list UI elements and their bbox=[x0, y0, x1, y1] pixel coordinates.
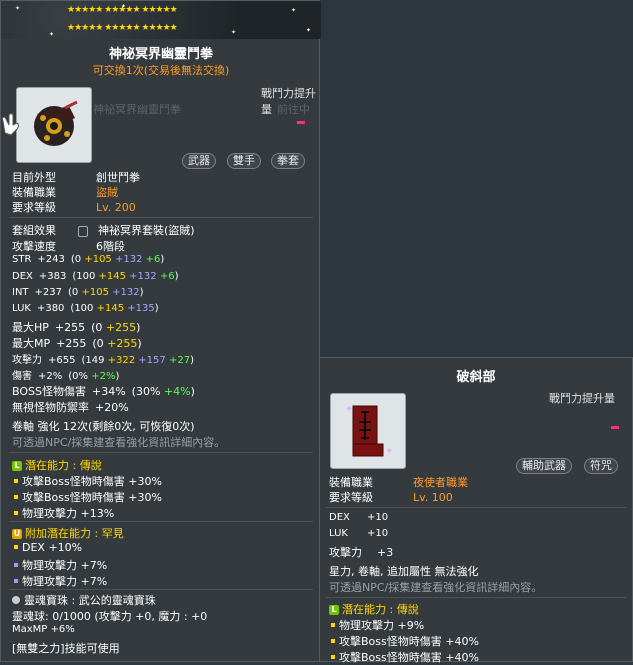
tag-charm: 符咒 bbox=[584, 458, 618, 474]
divider bbox=[326, 597, 626, 598]
info-row: 要求等級 Lv. 200 bbox=[12, 201, 136, 214]
soul-orb-icon bbox=[12, 596, 20, 604]
stat-row: DEX +383 (100 +145 +132 +6) bbox=[12, 271, 179, 282]
stat-row: INT +237 (0 +105 +132) bbox=[12, 287, 144, 298]
info-row: 目前外型 創世鬥拳 bbox=[12, 171, 140, 184]
potential-line: 攻擊Boss怪物時傷害 +40% bbox=[329, 633, 479, 649]
legendary-badge-icon: L bbox=[329, 605, 339, 615]
divider bbox=[9, 521, 313, 522]
unique-badge-icon: U bbox=[12, 529, 22, 539]
info-row: 要求等級 Lv. 100 bbox=[329, 491, 453, 504]
svg-text:✦: ✦ bbox=[345, 404, 353, 415]
stat-row: DEX +10 bbox=[329, 512, 389, 523]
attack-speed-row: 攻擊速度 6階段 bbox=[12, 240, 125, 253]
divider bbox=[326, 507, 626, 508]
stat-row: LUK +10 bbox=[329, 528, 389, 539]
stat-row: BOSS怪物傷害 +34% (30% +4%) bbox=[12, 385, 195, 398]
stat-row: LUK +380 (100 +145 +135) bbox=[12, 303, 159, 314]
additional-potential-line: DEX +10% bbox=[12, 541, 82, 554]
item-title: 神祕冥界幽靈鬥拳 bbox=[108, 47, 213, 62]
cp-indicator bbox=[611, 426, 619, 429]
set-lock-icon bbox=[78, 225, 88, 237]
info-row: 裝備職業 盜賊 bbox=[12, 186, 118, 199]
divider bbox=[9, 452, 313, 453]
soul-maxmp-line: MaxMP +6% bbox=[12, 624, 75, 635]
additional-potential-line: 物理攻擊力 +7% bbox=[12, 557, 107, 573]
item-icon-frame bbox=[16, 87, 92, 163]
stat-row: 攻擊力 +3 bbox=[329, 546, 394, 559]
additional-potential-line: 物理攻擊力 +7% bbox=[12, 573, 107, 589]
additional-potential-title: U 附加潛在能力 : 罕見 bbox=[12, 527, 124, 540]
upgrade-note: 星力, 卷軸, 追加屬性 無法強化 bbox=[329, 565, 479, 578]
potential-title: L 潛在能力 : 傳說 bbox=[12, 457, 102, 473]
tag-knuckle: 拳套 bbox=[271, 153, 305, 169]
hand-cursor-icon bbox=[1, 113, 19, 136]
stat-row: 無視怪物防禦率 +20% bbox=[12, 401, 129, 414]
potential-line: 物理攻擊力 +9% bbox=[329, 617, 424, 633]
enhance-hint: 可透過NPC/採集建查看強化資訊詳細內容。 bbox=[12, 436, 226, 449]
stat-row: STR +243 (0 +105 +132 +6) bbox=[12, 254, 165, 265]
stat-row: 最大MP +255 (0 +255) bbox=[12, 337, 142, 350]
stat-row: 傷害 +2% (0% +2%) bbox=[12, 371, 120, 382]
soul-gauge-line: 靈魂球: 0/1000 (攻擊力 +0, 魔力 : +0 bbox=[12, 610, 208, 623]
potential-line: 攻擊Boss怪物時傷害 +30% bbox=[12, 489, 162, 505]
divider bbox=[9, 217, 313, 218]
star-row-1: ★★★★★ ★★★★★ ★★★★★ bbox=[67, 5, 178, 15]
tag-weapon: 武器 bbox=[182, 153, 216, 169]
potential-line: 物理攻擊力 +13% bbox=[12, 505, 114, 521]
legendary-badge-icon: L bbox=[12, 461, 22, 471]
knuckle-icon bbox=[34, 100, 78, 146]
star-row-2: ★★★★★ ★★★★★ ★★★★★ bbox=[67, 23, 178, 33]
stat-row: 最大HP +255 (0 +255) bbox=[12, 321, 141, 334]
item-icon-frame: ✦ ✦ bbox=[330, 393, 406, 469]
item-tooltip-secondary: 破斜部 戰鬥力提升量 ✦ ✦ 輔助武器 符咒 裝備職業 夜使者職業 要求等級 Lv.… bbox=[319, 357, 633, 665]
soul-skill-line: [無雙之力]技能可使用 bbox=[12, 642, 120, 655]
cp-increase-label: 戰鬥力提升量 bbox=[261, 87, 316, 116]
item-title: 破斜部 bbox=[456, 370, 496, 385]
potential-line: 攻擊Boss怪物時傷害 +40% bbox=[329, 649, 479, 665]
stat-row: 攻擊力 +655 (149 +322 +157 +27) bbox=[12, 355, 194, 366]
set-effect-row: 套組效果 神祕冥界套裝(盜賊) bbox=[12, 224, 195, 237]
background-area bbox=[320, 0, 633, 357]
item-trade-note: 可交換1次(交易後無法交換) bbox=[92, 64, 230, 77]
tag-two-handed: 雙手 bbox=[227, 153, 261, 169]
enhance-hint: 可透過NPC/採集建查看強化資訊詳細內容。 bbox=[329, 581, 543, 594]
cp-increase-label: 戰鬥力提升量 bbox=[549, 392, 615, 405]
tag-secondary-weapon: 輔助武器 bbox=[516, 458, 572, 474]
svg-text:✦: ✦ bbox=[385, 446, 393, 457]
item-tooltip-main: ✦ ✦ ✦ ✦ ✦ ✦ ★★★★★ ★★★★★ ★★★★★ ★★★★★ ★★★★… bbox=[0, 0, 321, 662]
potential-title: L 潛在能力 : 傳說 bbox=[329, 601, 419, 617]
divider bbox=[9, 589, 313, 590]
soul-weapon-title: 靈魂寶珠 : 武公的靈魂寶珠 bbox=[12, 592, 156, 608]
charm-icon: ✦ ✦ bbox=[345, 404, 393, 457]
scroll-upgrade-line: 卷軸 強化 12次(剩餘0次, 可恢復0次) bbox=[12, 420, 195, 433]
potential-line: 攻擊Boss怪物時傷害 +30% bbox=[12, 473, 162, 489]
ghost-text: 神祕冥界幽靈鬥拳 bbox=[93, 103, 181, 116]
cp-indicator bbox=[297, 121, 305, 124]
info-row: 裝備職業 夜使者職業 bbox=[329, 476, 468, 489]
